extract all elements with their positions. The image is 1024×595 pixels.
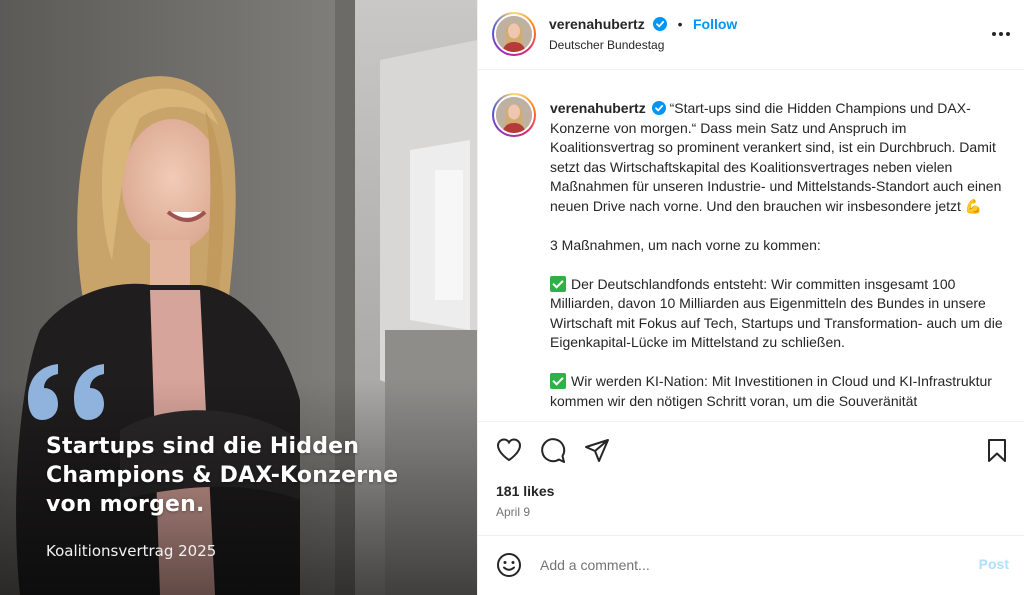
caption-paragraph: 3 Maßnahmen, um nach vorne zu kommen: xyxy=(550,236,821,253)
more-horizontal-icon[interactable] xyxy=(991,24,1011,44)
avatar[interactable] xyxy=(492,12,536,56)
caption-paragraph: “Start-ups sind die Hidden Champions und… xyxy=(550,100,1002,214)
share-icon[interactable] xyxy=(584,438,610,464)
avatar-photo xyxy=(496,16,532,52)
headline-line: von morgen. xyxy=(46,492,205,517)
heart-icon[interactable] xyxy=(496,438,522,462)
post-date[interactable]: April 9 xyxy=(496,505,530,519)
flexed-biceps-emoji: 💪 xyxy=(964,197,983,214)
headline-line: Champions & DAX-Konzerne xyxy=(46,463,399,488)
separator-dot: • xyxy=(677,16,683,32)
bookmark-icon[interactable] xyxy=(986,438,1008,464)
caption-username-link[interactable]: verenahubertz xyxy=(550,100,646,116)
post-panel: verenahubertz • Follow Deutscher Bundest… xyxy=(477,0,1024,595)
caption-paragraph: Der Deutschlandfonds entsteht: Wir commi… xyxy=(550,275,1003,351)
check-mark-icon xyxy=(550,373,566,389)
headline-line: Startups sind die Hidden xyxy=(46,434,360,459)
action-bar xyxy=(478,421,1024,477)
post-image[interactable]: Startups sind die Hidden Champions & DAX… xyxy=(0,0,477,595)
comments-section[interactable]: verenahubertz “Start-ups sind die Hidden… xyxy=(478,71,1024,421)
verified-badge-icon xyxy=(653,17,668,31)
post-comment-button[interactable]: Post xyxy=(979,556,1009,572)
avatar[interactable] xyxy=(492,93,536,137)
avatar-photo xyxy=(496,97,532,133)
follow-button[interactable]: Follow xyxy=(693,16,737,32)
add-comment-bar: Post xyxy=(478,535,1024,595)
check-mark-icon xyxy=(550,275,566,292)
location-link[interactable]: Deutscher Bundestag xyxy=(549,38,664,52)
caption-paragraph: Wir werden KI-Nation: Mit Investitionen … xyxy=(550,373,992,409)
quote-icon xyxy=(28,364,104,420)
username-link[interactable]: verenahubertz xyxy=(549,16,645,32)
likes-count[interactable]: 181 likes xyxy=(496,483,554,499)
verified-badge-icon xyxy=(651,101,666,115)
comment-icon[interactable] xyxy=(540,438,566,464)
post-caption: verenahubertz “Start-ups sind die Hidden… xyxy=(550,99,1010,421)
post-header: verenahubertz • Follow Deutscher Bundest… xyxy=(478,0,1024,70)
image-caption: Koalitionsvertrag 2025 xyxy=(46,542,217,560)
comment-input[interactable] xyxy=(540,554,960,576)
emoji-smiley-icon[interactable] xyxy=(496,552,522,578)
image-headline: Startups sind die Hidden Champions & DAX… xyxy=(46,432,466,519)
